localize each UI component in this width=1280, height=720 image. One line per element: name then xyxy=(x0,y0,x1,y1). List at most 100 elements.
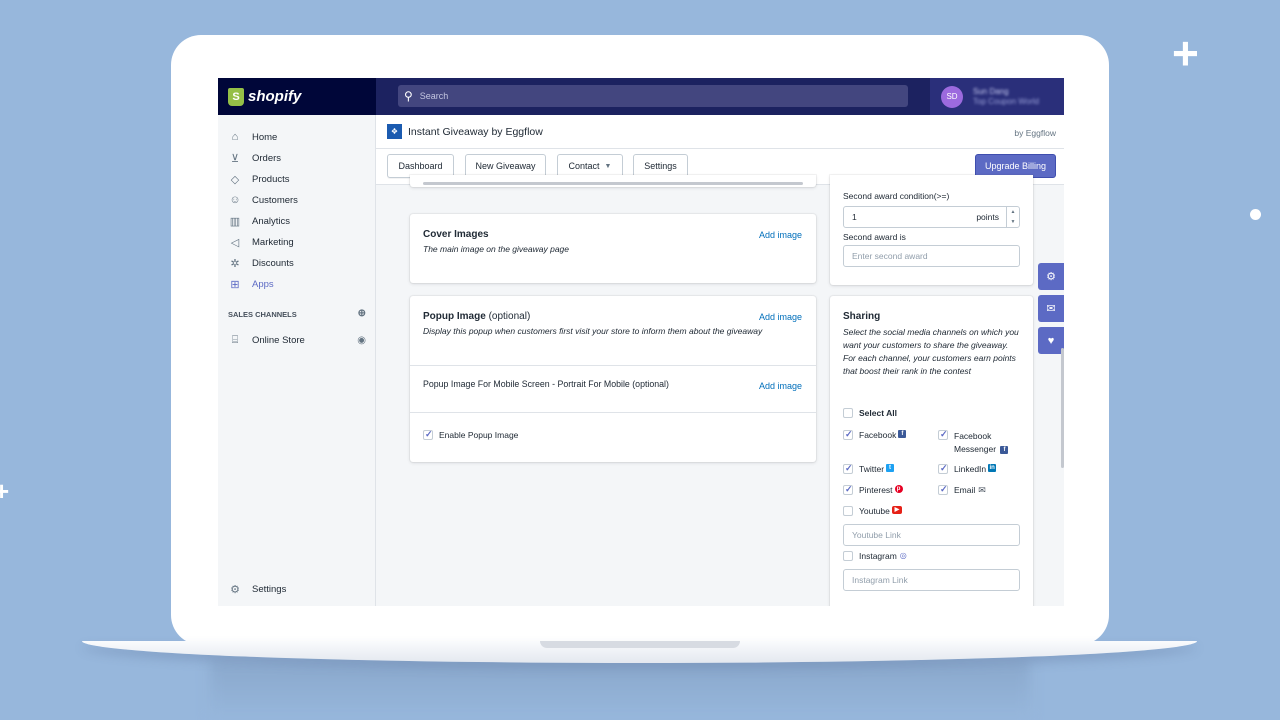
top-bar: S shopify ⚲ Search SD Sun Dang Top Coupo… xyxy=(218,78,1064,115)
number-stepper[interactable]: ▲ ▼ xyxy=(1006,207,1019,227)
laptop-shadow xyxy=(210,660,1030,720)
settings-float-button[interactable]: ⚙ xyxy=(1038,263,1064,290)
facebook-icon: f xyxy=(898,430,907,438)
sidebar-item-apps[interactable]: ⊞ Apps xyxy=(228,275,273,293)
sharing-description: Select the social media channels on whic… xyxy=(843,327,1019,376)
admin-screen: S shopify ⚲ Search SD Sun Dang Top Coupo… xyxy=(218,78,1064,606)
decor-plus-icon: + xyxy=(1172,27,1199,79)
sidebar-item-label: Home xyxy=(252,131,278,143)
user-name: Sun Dang xyxy=(973,87,1009,96)
select-all-label: Select All xyxy=(859,408,897,418)
chat-icon: ✉ xyxy=(1046,303,1056,315)
eggflow-app-icon: ❖ xyxy=(387,124,402,139)
contact-label: Contact xyxy=(568,161,600,171)
chat-float-button[interactable]: ✉ xyxy=(1038,295,1064,322)
messenger-checkbox[interactable]: Facebook Messenger f xyxy=(938,429,1009,456)
megaphone-icon: ◁ xyxy=(230,236,240,249)
sidebar-item-discounts[interactable]: ✲ Discounts xyxy=(228,254,294,272)
sidebar-item-orders[interactable]: ⊻ Orders xyxy=(228,149,281,167)
gear-icon: ⚙ xyxy=(230,583,240,596)
search-input[interactable]: ⚲ Search xyxy=(398,85,908,107)
sidebar-item-marketing[interactable]: ◁ Marketing xyxy=(228,233,294,251)
messenger-label-line1: Facebook xyxy=(954,431,992,441)
popup-title-text: Popup Image xyxy=(423,311,486,322)
sidebar-item-label: Discounts xyxy=(252,257,294,269)
second-award-condition-label: Second award condition(>=) xyxy=(843,191,950,201)
tag-icon: ◇ xyxy=(230,173,240,186)
app-title-bar: ❖ Instant Giveaway by Eggflow by Eggflow xyxy=(376,115,1064,149)
youtube-label: Youtube xyxy=(859,506,890,516)
sidebar-item-online-store[interactable]: ⌸ Online Store ◉ xyxy=(228,331,366,349)
checkbox[interactable] xyxy=(843,408,853,418)
sidebar-item-home[interactable]: ⌂ Home xyxy=(228,128,278,146)
sidebar: ⌂ Home ⊻ Orders ◇ Products ☺ Customers ▥… xyxy=(218,115,376,606)
sidebar-item-label: Orders xyxy=(252,152,282,164)
divider xyxy=(410,412,816,413)
checkbox[interactable] xyxy=(843,506,853,516)
youtube-checkbox[interactable]: Youtube ▶ xyxy=(843,506,902,516)
user-menu[interactable]: SD Sun Dang Top Coupon World xyxy=(930,78,1064,115)
checkbox-checked[interactable] xyxy=(843,484,853,495)
cover-images-subtitle: The main image on the giveaway page xyxy=(423,244,570,254)
second-award-input[interactable]: Enter second award xyxy=(843,245,1020,267)
sidebar-item-analytics[interactable]: ▥ Analytics xyxy=(228,212,290,230)
linkedin-checkbox[interactable]: LinkedIn in xyxy=(938,463,997,474)
second-award-placeholder: Enter second award xyxy=(852,251,928,261)
sales-channels-label: SALES CHANNELS xyxy=(228,310,297,319)
shopify-bag-icon: S xyxy=(228,87,244,106)
second-award-condition-input[interactable]: 1 points ▲ ▼ xyxy=(843,206,1020,228)
divider xyxy=(410,365,816,366)
sidebar-item-label: Online Store xyxy=(252,334,305,346)
twitter-checkbox[interactable]: Twitter t xyxy=(843,463,895,474)
previous-card-bottom xyxy=(410,175,816,187)
shopify-logo[interactable]: S shopify xyxy=(218,78,376,115)
cover-add-image-link[interactable]: Add image xyxy=(759,230,802,240)
page-title: Instant Giveaway by Eggflow xyxy=(408,126,543,138)
sidebar-item-customers[interactable]: ☺ Customers xyxy=(228,191,298,209)
facebook-label: Facebook xyxy=(859,430,897,440)
linkedin-label: LinkedIn xyxy=(954,464,987,474)
popup-optional-tag: (optional) xyxy=(488,311,531,322)
sidebar-item-label: Analytics xyxy=(252,215,291,227)
pinterest-checkbox[interactable]: Pinterest p xyxy=(843,484,903,495)
sidebar-item-settings[interactable]: ⚙ Settings xyxy=(228,580,286,598)
instagram-checkbox[interactable]: Instagram ◎ xyxy=(843,551,907,561)
view-store-eye-icon[interactable]: ◉ xyxy=(357,335,366,346)
chevron-down-icon: ▼ xyxy=(604,162,612,170)
apps-icon: ⊞ xyxy=(230,278,240,291)
cover-images-card: Cover Images The main image on the givea… xyxy=(410,214,816,283)
sharing-card: Sharing Select the social media channels… xyxy=(830,296,1033,606)
add-channel-icon[interactable]: ⊕ xyxy=(358,308,366,319)
checkbox[interactable] xyxy=(843,551,853,561)
youtube-icon: ▶ xyxy=(891,506,902,514)
popup-add-image-link[interactable]: Add image xyxy=(759,312,802,322)
messenger-label: Facebook Messenger f xyxy=(954,430,1009,456)
facebook-checkbox[interactable]: Facebook f xyxy=(843,429,907,440)
instagram-link-input[interactable]: Instagram Link xyxy=(843,569,1020,591)
mobile-add-image-link[interactable]: Add image xyxy=(759,381,802,391)
enable-popup-checkbox[interactable]: Enable Popup Image xyxy=(423,429,518,440)
decor-plus-icon: + xyxy=(0,476,10,506)
user-store: Top Coupon World xyxy=(973,97,1040,106)
search-icon: ⚲ xyxy=(404,89,413,103)
email-checkbox[interactable]: Email ✉ xyxy=(938,484,986,496)
twitter-icon: t xyxy=(886,464,895,472)
checkbox-checked[interactable] xyxy=(843,463,853,474)
condition-unit: points xyxy=(976,212,999,222)
laptop-notch xyxy=(540,641,740,648)
checkbox-checked[interactable] xyxy=(938,484,948,495)
checkbox-checked[interactable] xyxy=(423,429,433,440)
stepper-up-icon[interactable]: ▲ xyxy=(1011,209,1016,215)
select-all-checkbox[interactable]: Select All xyxy=(843,408,897,418)
checkbox-checked[interactable] xyxy=(843,429,853,440)
award-card: Second award condition(>=) 1 points ▲ ▼ … xyxy=(830,175,1033,285)
stepper-down-icon[interactable]: ▼ xyxy=(1011,219,1016,225)
scrollbar[interactable] xyxy=(1061,348,1064,468)
decor-dot xyxy=(1250,209,1261,220)
checkbox-checked[interactable] xyxy=(938,463,948,474)
sidebar-item-products[interactable]: ◇ Products xyxy=(228,170,290,188)
condition-value: 1 xyxy=(852,212,857,222)
discount-icon: ✲ xyxy=(230,257,240,270)
checkbox-checked[interactable] xyxy=(938,429,948,440)
youtube-link-input[interactable]: Youtube Link xyxy=(843,524,1020,546)
